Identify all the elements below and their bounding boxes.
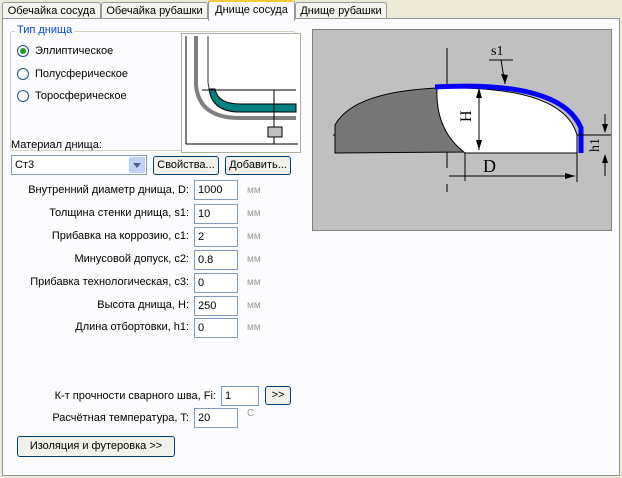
radio-elliptical[interactable] — [17, 45, 29, 57]
material-value: Ст3 — [15, 159, 35, 171]
head-preview-image — [181, 33, 301, 153]
weld-strength-input[interactable]: 1 — [221, 386, 259, 406]
radio-torispherical[interactable] — [17, 90, 29, 102]
tab-vessel-head[interactable]: Днище сосуда — [208, 0, 295, 21]
weld-label: К-т прочности сварного шва, Fi: — [54, 390, 216, 402]
height-input[interactable]: 250 — [194, 296, 238, 316]
head-panel: Тип днища Эллиптическое Полусферическое … — [2, 18, 620, 476]
head-type-title: Тип днища — [15, 24, 75, 36]
unit-flange-length: мм — [247, 322, 261, 333]
material-select[interactable]: Ст3 — [11, 155, 147, 175]
technological-input[interactable]: 0 — [194, 273, 238, 293]
unit-minus-tolerance: мм — [247, 254, 261, 265]
label-s1: s1 — [491, 44, 503, 59]
field-label-height: Высота днища, H: — [97, 299, 189, 311]
add-material-button[interactable]: Добавить... — [225, 156, 291, 175]
tab-vessel-shell[interactable]: Обечайка сосуда — [2, 2, 101, 19]
unit-diameter: мм — [247, 185, 261, 196]
field-label-flange-length: Длина отбортовки, h1: — [75, 321, 189, 333]
label-H: H — [458, 110, 475, 122]
insulation-lining-button[interactable]: Изоляция и футеровка >> — [17, 436, 175, 457]
material-label: Материал днища: — [11, 139, 102, 151]
properties-button[interactable]: Свойства... — [153, 156, 219, 175]
temperature-label: Расчётная температура, T: — [52, 412, 189, 424]
field-label-minus-tolerance: Минусовой допуск, c2: — [74, 253, 189, 265]
head-schematic-drawing: s1 H D h1 — [312, 29, 612, 231]
radio-hemispherical-label[interactable]: Полусферическое — [35, 68, 128, 80]
corrosion-input[interactable]: 2 — [194, 227, 238, 247]
tab-jacket-shell[interactable]: Обечайка рубашки — [101, 2, 208, 19]
tab-jacket-head[interactable]: Днище рубашки — [295, 2, 387, 19]
radio-elliptical-label[interactable]: Эллиптическое — [35, 45, 113, 57]
minus-tolerance-input[interactable]: 0.8 — [194, 250, 238, 270]
unit-thickness: мм — [247, 208, 261, 219]
field-label-technological: Прибавка технологическая, c3: — [30, 276, 189, 288]
radio-hemispherical[interactable] — [17, 68, 29, 80]
unit-height: мм — [247, 300, 261, 311]
label-h1: h1 — [588, 138, 603, 152]
unit-temperature: C — [247, 408, 255, 419]
thickness-input[interactable]: 10 — [194, 204, 238, 224]
unit-corrosion: мм — [247, 231, 261, 242]
weld-more-button[interactable]: >> — [265, 386, 291, 405]
field-label-thickness: Толщина стенки днища, s1: — [49, 207, 189, 219]
label-D: D — [483, 156, 496, 176]
flange-length-input[interactable]: 0 — [194, 318, 238, 338]
tab-strip: Обечайка сосуда Обечайка рубашки Днище с… — [2, 0, 620, 21]
chevron-down-icon[interactable] — [129, 157, 145, 173]
field-label-diameter: Внутренний диаметр днища, D: — [28, 184, 189, 196]
radio-torispherical-label[interactable]: Торосферическое — [35, 90, 127, 102]
diameter-input[interactable]: 1000 — [194, 180, 238, 200]
unit-technological: мм — [247, 277, 261, 288]
temperature-input[interactable]: 20 — [194, 408, 238, 428]
field-label-corrosion: Прибавка на коррозию, c1: — [51, 230, 189, 242]
